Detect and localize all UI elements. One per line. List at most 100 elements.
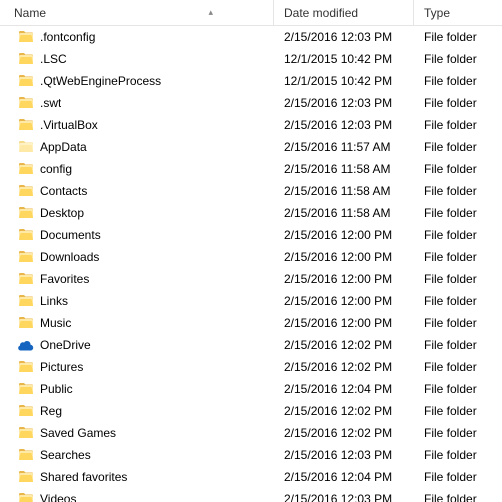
file-row[interactable]: .LSC12/1/2015 10:42 PMFile folder [0, 48, 502, 70]
file-row[interactable]: Reg2/15/2016 12:02 PMFile folder [0, 400, 502, 422]
folder-icon [18, 315, 34, 331]
file-type-cell: File folder [414, 118, 502, 132]
column-header-row: Name ▴ Date modified Type [0, 0, 502, 26]
file-name-cell: Links [0, 293, 274, 309]
file-name-label: .VirtualBox [40, 118, 98, 132]
file-date-cell: 2/15/2016 12:02 PM [274, 404, 414, 418]
file-name-cell: Pictures [0, 359, 274, 375]
onedrive-icon [18, 337, 34, 353]
file-type-cell: File folder [414, 140, 502, 154]
file-name-cell: Desktop [0, 205, 274, 221]
file-row[interactable]: Desktop2/15/2016 11:58 AMFile folder [0, 202, 502, 224]
file-type-cell: File folder [414, 382, 502, 396]
file-row[interactable]: OneDrive 2/15/2016 12:02 PMFile folder [0, 334, 502, 356]
column-header-type-label: Type [424, 6, 450, 20]
file-type-cell: File folder [414, 360, 502, 374]
file-date-cell: 2/15/2016 12:03 PM [274, 448, 414, 462]
file-row[interactable]: .fontconfig2/15/2016 12:03 PMFile folder [0, 26, 502, 48]
column-header-name[interactable]: Name ▴ [0, 0, 274, 25]
file-name-label: Pictures [40, 360, 83, 374]
file-name-label: Public [40, 382, 73, 396]
file-name-cell: Reg [0, 403, 274, 419]
folder-icon [18, 205, 34, 221]
file-type-cell: File folder [414, 74, 502, 88]
file-row[interactable]: Contacts2/15/2016 11:58 AMFile folder [0, 180, 502, 202]
file-row[interactable]: .VirtualBox 2/15/2016 12:03 PMFile folder [0, 114, 502, 136]
file-date-cell: 12/1/2015 10:42 PM [274, 74, 414, 88]
file-name-cell: Shared favorites [0, 469, 274, 485]
file-name-cell: Documents [0, 227, 274, 243]
file-type-cell: File folder [414, 162, 502, 176]
file-name-label: Music [40, 316, 71, 330]
file-name-label: Videos [40, 492, 76, 502]
file-date-cell: 2/15/2016 12:02 PM [274, 338, 414, 352]
file-row[interactable]: Public 2/15/2016 12:04 PMFile folder [0, 378, 502, 400]
file-row[interactable]: Links2/15/2016 12:00 PMFile folder [0, 290, 502, 312]
folder-icon [18, 161, 34, 177]
file-name-label: AppData [40, 140, 87, 154]
file-date-cell: 2/15/2016 12:03 PM [274, 492, 414, 502]
file-date-cell: 2/15/2016 12:04 PM [274, 382, 414, 396]
file-row[interactable]: Music 2/15/2016 12:00 PMFile folder [0, 312, 502, 334]
file-explorer-details-view: { "columns": { "name": "Name", "date": "… [0, 0, 502, 502]
sort-ascending-icon: ▴ [208, 7, 213, 18]
folder-icon [18, 227, 34, 243]
file-row[interactable]: .swt 2/15/2016 12:03 PMFile folder [0, 92, 502, 114]
file-name-label: .swt [40, 96, 61, 110]
file-date-cell: 2/15/2016 12:03 PM [274, 96, 414, 110]
folder-icon [18, 95, 34, 111]
file-row[interactable]: Favorites2/15/2016 12:00 PMFile folder [0, 268, 502, 290]
folder-icon [18, 425, 34, 441]
file-type-cell: File folder [414, 206, 502, 220]
file-name-cell: Music [0, 315, 274, 331]
folder-icon [18, 51, 34, 67]
file-list: .fontconfig2/15/2016 12:03 PMFile folder… [0, 26, 502, 502]
file-row[interactable]: Videos2/15/2016 12:03 PMFile folder [0, 488, 502, 502]
file-row[interactable]: config2/15/2016 11:58 AMFile folder [0, 158, 502, 180]
file-date-cell: 2/15/2016 12:04 PM [274, 470, 414, 484]
file-type-cell: File folder [414, 272, 502, 286]
file-name-cell: .fontconfig [0, 29, 274, 45]
column-header-date[interactable]: Date modified [274, 0, 414, 25]
file-name-label: Shared favorites [40, 470, 127, 484]
file-name-label: config [40, 162, 72, 176]
file-row[interactable]: .QtWebEngineProcess12/1/2015 10:42 PMFil… [0, 70, 502, 92]
file-name-label: Documents [40, 228, 101, 242]
file-row[interactable]: AppData2/15/2016 11:57 AMFile folder [0, 136, 502, 158]
file-row[interactable]: Downloads2/15/2016 12:00 PMFile folder [0, 246, 502, 268]
folder-icon [18, 447, 34, 463]
file-name-cell: Saved Games [0, 425, 274, 441]
file-row[interactable]: Searches2/15/2016 12:03 PMFile folder [0, 444, 502, 466]
file-name-label: Downloads [40, 250, 99, 264]
file-name-label: Contacts [40, 184, 87, 198]
file-name-label: Saved Games [40, 426, 116, 440]
folder-icon [18, 469, 34, 485]
file-row[interactable]: Pictures2/15/2016 12:02 PMFile folder [0, 356, 502, 378]
file-type-cell: File folder [414, 228, 502, 242]
file-date-cell: 2/15/2016 12:00 PM [274, 272, 414, 286]
file-type-cell: File folder [414, 184, 502, 198]
file-type-cell: File folder [414, 316, 502, 330]
file-row[interactable]: Shared favorites2/15/2016 12:04 PMFile f… [0, 466, 502, 488]
file-name-cell: Public [0, 381, 274, 397]
file-name-cell: .QtWebEngineProcess [0, 73, 274, 89]
file-name-label: OneDrive [40, 338, 91, 352]
column-header-type[interactable]: Type [414, 0, 502, 25]
file-name-cell: OneDrive [0, 337, 274, 353]
file-row[interactable]: Saved Games2/15/2016 12:02 PMFile folder [0, 422, 502, 444]
file-type-cell: File folder [414, 294, 502, 308]
file-name-cell: .swt [0, 95, 274, 111]
file-type-cell: File folder [414, 96, 502, 110]
file-type-cell: File folder [414, 250, 502, 264]
folder-icon [18, 117, 34, 133]
folder-light-icon [18, 139, 34, 155]
folder-icon [18, 73, 34, 89]
file-name-label: Reg [40, 404, 62, 418]
column-header-date-label: Date modified [284, 6, 358, 20]
file-row[interactable]: Documents2/15/2016 12:00 PMFile folder [0, 224, 502, 246]
file-date-cell: 2/15/2016 12:00 PM [274, 316, 414, 330]
file-date-cell: 2/15/2016 12:03 PM [274, 118, 414, 132]
folder-icon [18, 29, 34, 45]
file-type-cell: File folder [414, 338, 502, 352]
file-type-cell: File folder [414, 52, 502, 66]
